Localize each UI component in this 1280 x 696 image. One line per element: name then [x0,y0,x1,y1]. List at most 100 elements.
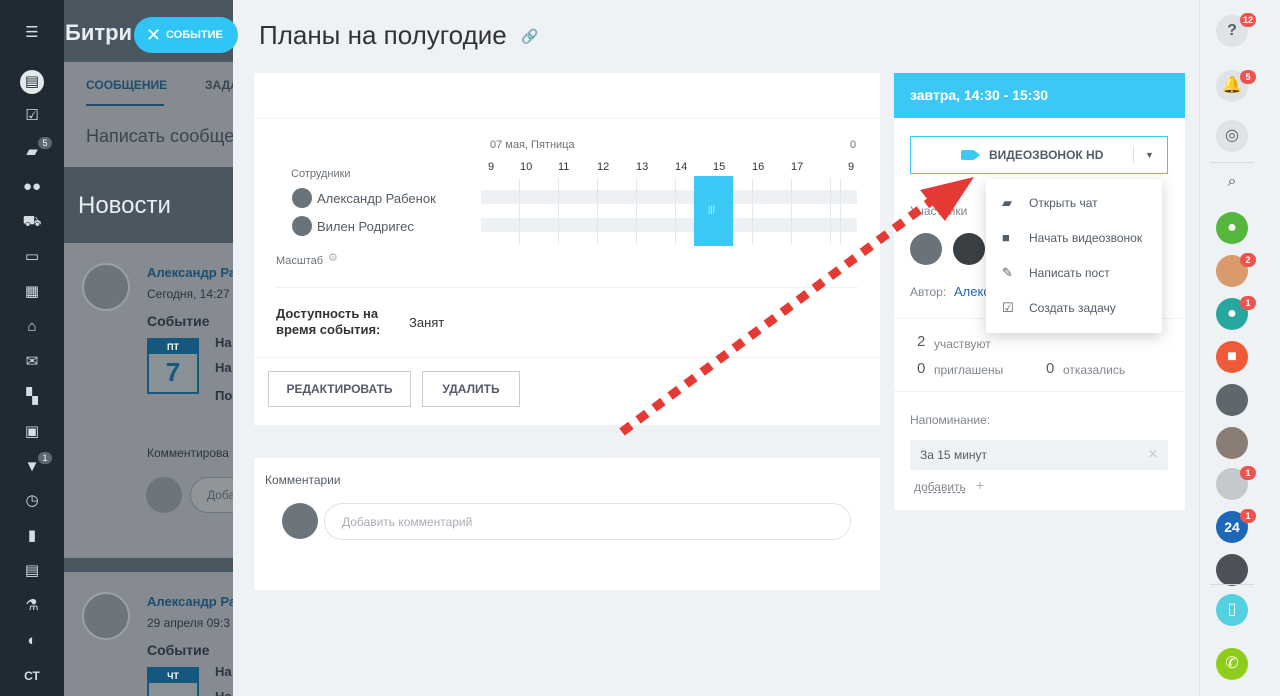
menu-item-open-chat[interactable]: ▰ Открыть чат [986,186,1162,221]
video-call-button[interactable]: Видеозвонок HD ▼ [910,136,1168,174]
hour-label: 15 [713,161,726,173]
calendar-icon[interactable]: ▦ [22,282,42,302]
menu-item-create-task[interactable]: ☑ Создать задачу [986,291,1162,326]
search-icon[interactable]: ⌕ [1216,166,1248,198]
invited-label[interactable]: приглашены [934,363,1003,377]
avatar[interactable] [82,592,130,640]
grid-line [675,178,676,244]
employee-name[interactable]: Вилен Родригес [317,219,414,234]
card-header [254,73,880,119]
declined-count: 0 [1046,360,1055,377]
document-icon[interactable]: ▯ [1216,594,1248,626]
video-call-label: Видеозвонок HD [989,148,1104,162]
planner-date: 07 мая, Пятница [490,139,575,151]
avatar[interactable] [953,233,985,265]
selected-time-block[interactable]: ||| [694,176,733,246]
avatar[interactable] [910,233,942,265]
avatar[interactable] [1216,384,1248,416]
hamburger-menu-icon[interactable]: ☰ [22,23,42,43]
chevron-down-icon[interactable]: ▼ [1145,137,1154,173]
menu-item-start-video-call[interactable]: ■ Начать видеозвонок [986,221,1162,256]
close-icon[interactable]: ✕ [1148,447,1158,461]
employees-icon[interactable]: ●● [22,177,42,197]
post-author[interactable]: Александр Ра [147,265,236,280]
phone-icon[interactable]: ✆ [1216,648,1248,680]
grid-line [791,178,792,244]
avatar[interactable] [1216,427,1248,459]
gear-icon[interactable]: ⚙ [328,251,338,264]
mail-icon[interactable]: ✉ [22,352,42,372]
video-camera-icon [961,150,980,160]
timeline-row[interactable] [481,190,857,204]
messages-icon[interactable]: ◎ [1216,120,1248,152]
hour-label: 10 [520,161,533,173]
author-label: Автор: [910,285,947,299]
reminder-value: За 15 минут [920,448,988,462]
user-avatar-icon[interactable]: ● [1216,212,1248,244]
event-time-header: завтра, 14:30 - 15:30 [894,73,1185,118]
tasks-icon[interactable]: ☑ [22,106,42,126]
add-reminder-link[interactable]: добавить [914,480,966,494]
avatar[interactable] [82,263,130,311]
grid-line [636,178,637,244]
participate-count: 2 [917,333,926,350]
contacts-icon[interactable]: ▤ [22,561,42,581]
edit-button[interactable]: Редактировать [268,371,411,407]
avatar-badge: 2 [1240,253,1256,267]
tab-message[interactable]: СООБЩЕНИЕ [86,78,167,92]
right-toolbar: ? 12 🔔 5 ◎ ⌕ ● 2 ● 1 ■ 1 24 1 ▯ ✆ [1199,0,1280,696]
declined-label[interactable]: отказались [1063,363,1125,377]
employee-name[interactable]: Александр Рабенок [317,191,436,206]
participants-label: Участники [910,204,968,218]
grid-line [558,178,559,244]
timeline-row[interactable] [481,218,857,232]
hour-label: 16 [752,161,765,173]
link-icon[interactable]: 🔗 [521,28,538,45]
calendar-dow: ПТ [149,340,197,354]
reports-icon[interactable]: ▮ [22,526,42,546]
user-initials[interactable]: СТ [22,666,42,686]
grid-line [597,178,598,244]
reminder-item[interactable]: За 15 минут ✕ [910,440,1168,470]
shop-cart-icon[interactable]: ⛟ [22,212,42,232]
task-checkbox-icon: ☑ [1002,300,1014,315]
close-icon[interactable]: ✕ [146,17,161,53]
divider [1133,146,1134,164]
participate-label[interactable]: участвуют [934,337,991,351]
chat-badge: 5 [38,137,52,149]
avatar [292,188,312,208]
grid-line [840,178,841,244]
availability-value: Занят [409,315,445,330]
menu-item-write-post[interactable]: ✎ Написать пост [986,256,1162,291]
hour-label: 9 [488,161,495,173]
event-details-card: 07 мая, Пятница 0 Сотрудники 9 10 11 12 … [254,73,880,425]
divider [254,357,880,358]
hour-label: 17 [791,161,804,173]
event-pill-label: событие [166,29,223,41]
write-placeholder[interactable]: Написать сообще [86,126,234,147]
post-line-a: На [215,335,232,350]
inbox-icon[interactable]: ▭ [22,247,42,267]
plus-icon[interactable]: + [976,477,984,493]
feed-icon[interactable]: ▤ [20,70,44,94]
drag-handle[interactable]: ||| [708,204,715,214]
delete-button[interactable]: Удалить [422,371,520,407]
avatar[interactable] [1216,554,1248,586]
drive-icon[interactable]: ⌂ [22,317,42,337]
hour-label: 14 [675,161,688,173]
brand-title: Битри [65,20,133,45]
author-link[interactable]: Алекс [954,284,990,299]
apps-icon[interactable]: ▚ [22,387,42,407]
scale-label[interactable]: Масштаб [276,255,323,267]
close-event-pill[interactable]: ✕ событие [134,17,238,53]
video-chat-icon[interactable]: ■ [1216,341,1248,373]
post-author[interactable]: Александр Ра [147,594,236,609]
comment-input[interactable]: Добавить комментарий [324,503,851,540]
post-comments-label[interactable]: Комментирова [147,446,229,460]
clock-icon[interactable]: ◷ [22,491,42,511]
lab-icon[interactable]: ⚗ [22,596,42,616]
planner-next-date: 0 [850,139,857,151]
comments-card: Комментарии Добавить комментарий [254,458,880,590]
moon-icon[interactable]: ◐ [22,631,42,651]
sites-icon[interactable]: ▣ [22,422,42,442]
